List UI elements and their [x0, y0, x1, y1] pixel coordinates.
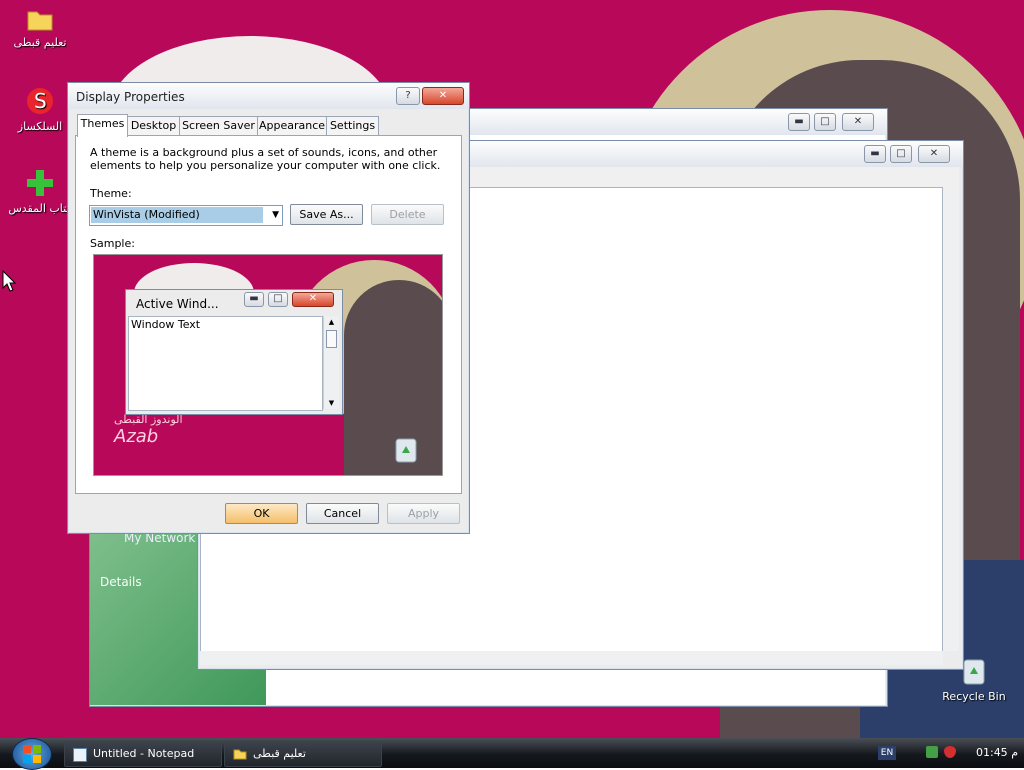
desktop-icon-folder[interactable]: تعليم قبطى [0, 6, 80, 49]
dialog-title: Display Properties [76, 90, 185, 104]
close-button[interactable]: ✕ [422, 87, 464, 105]
tab-screen-saver[interactable]: Screen Saver [179, 116, 258, 135]
theme-select-value: WinVista (Modified) [91, 207, 263, 223]
sample-window-title: Active Wind... [136, 297, 219, 311]
cancel-button[interactable]: Cancel [306, 503, 379, 524]
start-button[interactable] [12, 738, 52, 770]
security-shield-icon[interactable] [944, 746, 956, 758]
delete-button[interactable]: Delete [371, 204, 444, 225]
help-button[interactable]: ? [396, 87, 420, 105]
folder-icon [27, 11, 53, 31]
desktop-icon-label: السلكساز [17, 120, 63, 133]
maximize-button[interactable]: □ [890, 145, 912, 163]
notepad-icon [73, 748, 87, 762]
s-app-shortcut-icon: S [27, 88, 53, 114]
sample-active-window: Active Wind... ▬ □ ✕ Window Text ▲ ▼ [125, 289, 343, 415]
desktop: تعليم قبطى S السلكساز كتاب المقدس Recycl… [0, 0, 1024, 738]
clock[interactable]: 01:45 م [966, 746, 1018, 759]
desktop-icon-label: كتاب المقدس [8, 202, 72, 215]
green-cross-shortcut-icon [27, 170, 53, 196]
theme-label: Theme: [90, 187, 132, 200]
tab-themes[interactable]: Themes [77, 114, 128, 137]
taskbar-item-label: تعليم قبطى [253, 747, 306, 760]
sample-scrollbar: ▲ ▼ [323, 316, 339, 409]
recycle-bin-icon [395, 438, 417, 463]
sample-window-text: Window Text [131, 318, 201, 331]
mouse-cursor-icon [2, 270, 16, 292]
close-button: ✕ [292, 292, 334, 307]
maximize-button[interactable]: □ [814, 113, 836, 131]
close-button[interactable]: ✕ [842, 113, 874, 131]
maximize-button: □ [268, 292, 288, 307]
svg-text:S: S [34, 89, 47, 113]
vertical-scrollbar[interactable] [943, 187, 959, 651]
sample-logo: الوندوز القبطى Azab [114, 413, 183, 447]
network-tray-icon[interactable] [926, 746, 938, 758]
chevron-down-icon[interactable]: ▼ [272, 206, 279, 225]
scroll-thumb [326, 330, 337, 348]
horizontal-scrollbar[interactable] [200, 651, 943, 665]
sidebar-details-heading[interactable]: Details [100, 575, 142, 589]
taskbar-item-notepad[interactable]: Untitled - Notepad [64, 741, 222, 767]
tab-settings[interactable]: Settings [326, 116, 379, 135]
theme-select[interactable]: WinVista (Modified) ▼ [89, 205, 283, 226]
taskbar-item-label: Untitled - Notepad [93, 747, 195, 760]
ok-button[interactable]: OK [225, 503, 298, 524]
taskbar: Untitled - Notepad تعليم قبطى EN 01:45 م [0, 738, 1024, 770]
apply-button[interactable]: Apply [387, 503, 460, 524]
folder-icon [233, 749, 247, 760]
sample-logo-text: Azab [114, 426, 159, 447]
scroll-down-arrow-icon: ▼ [328, 399, 335, 407]
tab-desktop[interactable]: Desktop [127, 116, 180, 135]
desktop-icon-label: تعليم قبطى [13, 36, 67, 49]
language-indicator[interactable]: EN [878, 746, 896, 760]
windows-logo-icon [23, 745, 41, 763]
minimize-button: ▬ [244, 292, 264, 307]
save-as-button[interactable]: Save As... [290, 204, 363, 225]
desktop-icon-label: Recycle Bin [942, 690, 1006, 703]
minimize-button[interactable]: ▬ [788, 113, 810, 131]
close-button[interactable]: ✕ [918, 145, 950, 163]
taskbar-item-folder[interactable]: تعليم قبطى [224, 741, 382, 767]
scroll-up-arrow-icon: ▲ [328, 318, 335, 326]
themes-description: A theme is a background plus a set of so… [90, 146, 441, 172]
sample-label: Sample: [90, 237, 135, 250]
sample-window-client: Window Text [128, 316, 323, 411]
minimize-button[interactable]: ▬ [864, 145, 886, 163]
tab-appearance[interactable]: Appearance [257, 116, 327, 135]
recycle-bin-icon [963, 659, 985, 685]
